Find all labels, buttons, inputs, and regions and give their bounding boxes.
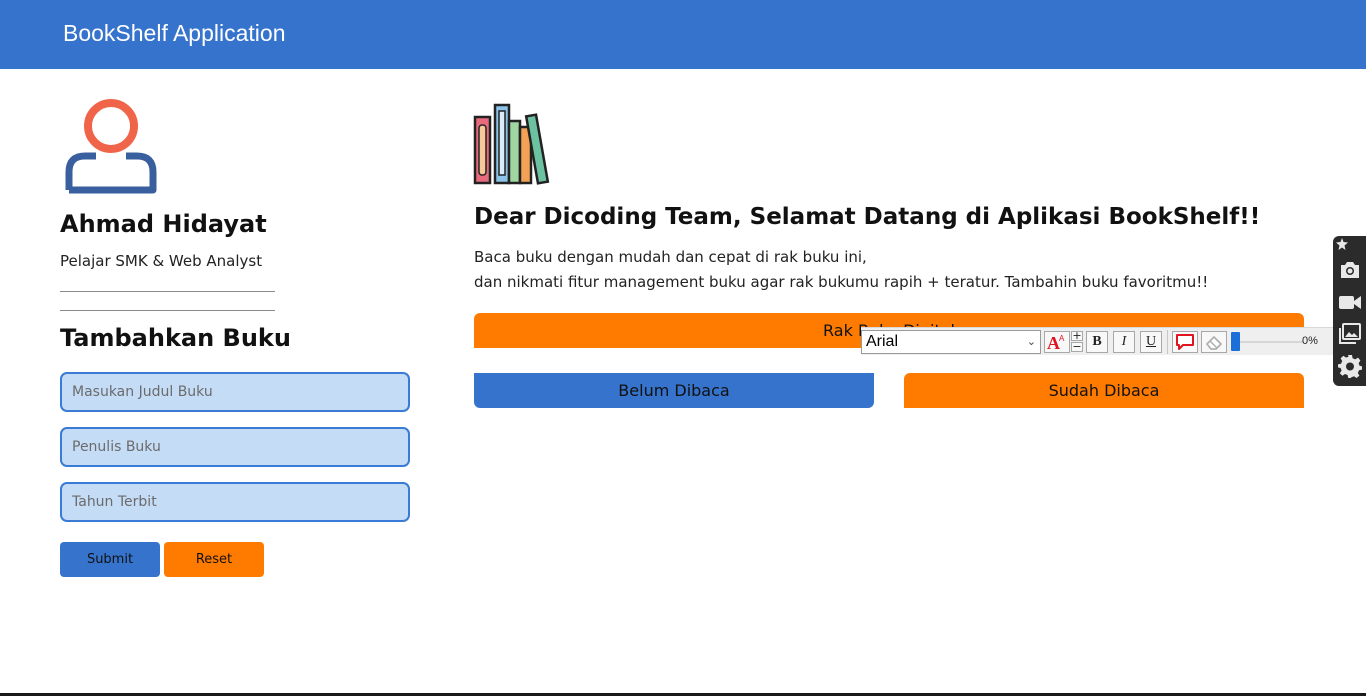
description-line-1: Baca buku dengan mudah dan cepat di rak … — [474, 248, 867, 266]
text-format-toolbar: Arial ⌄ AA + − B I U 0% — [861, 327, 1333, 355]
book-author-input[interactable] — [60, 427, 410, 467]
italic-button[interactable]: I — [1113, 331, 1135, 353]
slider-value: 0% — [1302, 335, 1318, 347]
video-icon[interactable] — [1338, 290, 1362, 314]
svg-text:A: A — [1059, 334, 1065, 343]
profile-role: Pelajar SMK & Web Analyst — [60, 252, 263, 270]
font-family-value: Arial — [866, 333, 899, 350]
comment-icon[interactable] — [1172, 331, 1198, 353]
book-year-input[interactable] — [60, 482, 410, 522]
bold-button[interactable]: B — [1086, 331, 1108, 353]
profile-name: Ahmad Hidayat — [60, 210, 267, 238]
underline-button[interactable]: U — [1140, 331, 1162, 353]
submit-button[interactable]: Submit — [60, 542, 160, 577]
books-icon — [473, 103, 550, 185]
unread-books-button[interactable]: Belum Dibaca — [474, 373, 874, 408]
font-size-icon[interactable]: AA — [1044, 331, 1070, 353]
user-avatar-icon — [65, 99, 157, 194]
reset-button[interactable]: Reset — [164, 542, 264, 577]
read-books-button[interactable]: Sudah Dibaca — [904, 373, 1304, 408]
gear-icon[interactable] — [1338, 354, 1362, 378]
form-title: Tambahkan Buku — [60, 324, 291, 352]
font-decrease-icon[interactable]: − — [1071, 341, 1083, 352]
divider — [60, 310, 275, 311]
gallery-icon[interactable] — [1338, 322, 1362, 346]
side-dock — [1333, 236, 1366, 386]
divider — [60, 291, 275, 292]
welcome-heading: Dear Dicoding Team, Selamat Datang di Ap… — [474, 204, 1261, 230]
eraser-icon[interactable] — [1201, 331, 1227, 353]
description-line-2: dan nikmati fitur management buku agar r… — [474, 273, 1209, 291]
camera-icon[interactable] — [1338, 258, 1362, 282]
opacity-slider[interactable] — [1231, 332, 1240, 351]
pin-icon[interactable] — [1336, 238, 1348, 250]
toolbar-separator — [1167, 330, 1168, 354]
font-family-select[interactable]: Arial ⌄ — [861, 330, 1041, 354]
chevron-down-icon: ⌄ — [1026, 336, 1036, 348]
slider-track — [1233, 341, 1303, 343]
book-title-input[interactable] — [60, 372, 410, 412]
app-title: BookShelf Application — [63, 20, 286, 46]
app-header: BookShelf Application — [0, 0, 1366, 69]
